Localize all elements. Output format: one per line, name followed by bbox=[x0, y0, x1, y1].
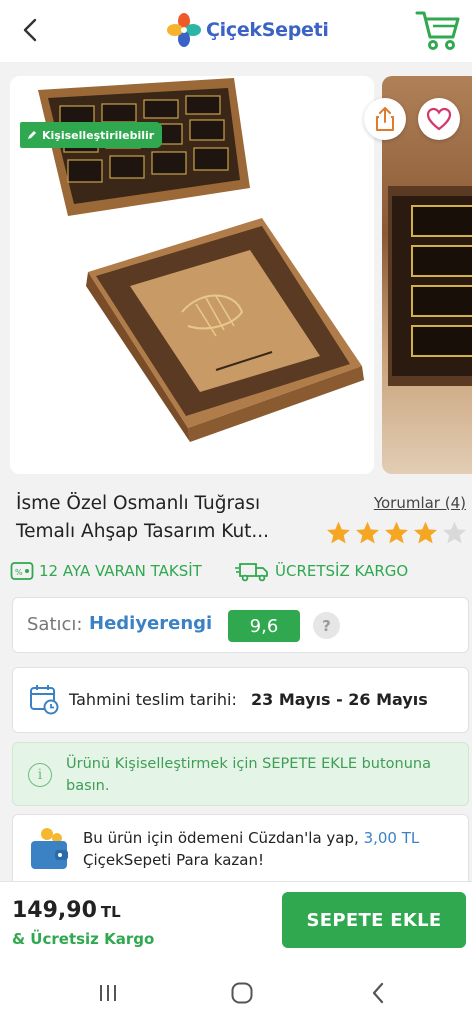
installment-text: 12 AYA VARAN TAKSİT bbox=[39, 562, 202, 580]
cart-button[interactable] bbox=[410, 4, 466, 56]
add-to-cart-button[interactable]: SEPETE EKLE bbox=[282, 892, 466, 948]
perks-row: % 12 AYA VARAN TAKSİT ÜCRETSİZ KARGO bbox=[0, 556, 472, 586]
purchase-bar: 149,90 TL & Ücretsiz Kargo SEPETE EKLE bbox=[0, 881, 472, 963]
calendar-icon bbox=[30, 685, 59, 715]
price-value: 149,90 bbox=[12, 898, 97, 923]
home-button[interactable] bbox=[222, 975, 262, 1011]
favorite-button[interactable] bbox=[418, 98, 460, 140]
brand-logo[interactable]: ÇiçekSepeti bbox=[166, 8, 329, 52]
product-image[interactable]: Kişiselleştirilebilir bbox=[10, 76, 374, 474]
star-empty-icon bbox=[443, 521, 466, 544]
delivery-dates: 23 Mayıs - 26 Mayıs bbox=[251, 690, 428, 709]
system-back-button[interactable] bbox=[358, 975, 398, 1011]
seller-name-link[interactable]: Hediyerengi bbox=[89, 613, 212, 634]
share-button[interactable] bbox=[364, 98, 406, 140]
back-button[interactable] bbox=[12, 12, 48, 48]
chevron-left-icon bbox=[23, 18, 37, 42]
free-cargo-text: ÜCRETSİZ KARGO bbox=[275, 562, 409, 580]
wallet-amount: 3,00 TL bbox=[363, 829, 420, 847]
home-icon bbox=[231, 982, 253, 1004]
delivery-card: Tahmini teslim tarihi: 23 Mayıs - 26 May… bbox=[12, 667, 469, 733]
wallet-icon bbox=[31, 828, 68, 869]
free-cargo-perk[interactable]: ÜCRETSİZ KARGO bbox=[234, 560, 408, 582]
star-icon bbox=[385, 521, 408, 544]
recent-apps-icon bbox=[100, 985, 116, 1001]
seller-label: Satıcı: bbox=[27, 614, 83, 635]
flower-logo-icon bbox=[167, 13, 201, 47]
wallet-promo-text: Bu ürün için ödemeni Cüzdan'la yap, 3,00… bbox=[83, 827, 463, 871]
product-title-block: İsme Özel Osmanlı Tuğrası Temalı Ahşap T… bbox=[0, 480, 472, 552]
share-icon bbox=[376, 107, 394, 131]
system-nav-bar bbox=[0, 963, 472, 1024]
wallet-text-after: ÇiçekSepeti Para kazan! bbox=[83, 851, 265, 869]
brand-name: ÇiçekSepeti bbox=[206, 19, 329, 41]
installment-perk[interactable]: % 12 AYA VARAN TAKSİT bbox=[10, 561, 202, 581]
seller-card: Satıcı: Hediyerengi 9,6 ? bbox=[12, 597, 469, 653]
seller-score-badge: 9,6 bbox=[228, 610, 300, 642]
wallet-text-before: Bu ürün için ödemeni Cüzdan'la yap, bbox=[83, 829, 359, 847]
shopping-cart-icon bbox=[415, 11, 460, 50]
rating-stars[interactable] bbox=[325, 520, 468, 546]
badge-label: Kişiselleştirilebilir bbox=[42, 128, 155, 142]
pencil-icon bbox=[28, 131, 36, 139]
star-icon bbox=[327, 521, 350, 544]
price-currency: TL bbox=[100, 903, 121, 921]
star-icon bbox=[356, 521, 379, 544]
reviews-link[interactable]: Yorumlar (4) bbox=[374, 494, 466, 512]
back-arrow-icon bbox=[372, 982, 384, 1004]
wallet-promo-card[interactable]: Bu ürün için ödemeni Cüzdan'la yap, 3,00… bbox=[12, 814, 469, 884]
top-app-bar: ÇiçekSepeti bbox=[0, 0, 472, 62]
personalize-info-box: i Ürünü Kişiselleştirmek için SEPETE EKL… bbox=[12, 742, 469, 806]
product-gallery[interactable]: Kişiselleştirilebilir bbox=[0, 62, 472, 480]
recent-apps-button[interactable] bbox=[88, 975, 128, 1011]
star-icon bbox=[414, 521, 437, 544]
product-title: İsme Özel Osmanlı Tuğrası Temalı Ahşap T… bbox=[16, 493, 270, 542]
price: 149,90 TL bbox=[12, 898, 121, 923]
installment-icon: % bbox=[10, 562, 34, 580]
truck-icon bbox=[235, 563, 268, 582]
delivery-label: Tahmini teslim tarihi: bbox=[69, 690, 237, 709]
info-icon: i bbox=[28, 763, 52, 787]
free-shipping-note: & Ücretsiz Kargo bbox=[12, 930, 155, 948]
svg-text:%: % bbox=[15, 568, 23, 577]
personalize-info-text: Ürünü Kişiselleştirmek için SEPETE EKLE … bbox=[66, 756, 432, 794]
help-icon[interactable]: ? bbox=[313, 612, 340, 639]
heart-icon bbox=[426, 107, 452, 131]
personalizable-badge: Kişiselleştirilebilir bbox=[20, 122, 163, 148]
